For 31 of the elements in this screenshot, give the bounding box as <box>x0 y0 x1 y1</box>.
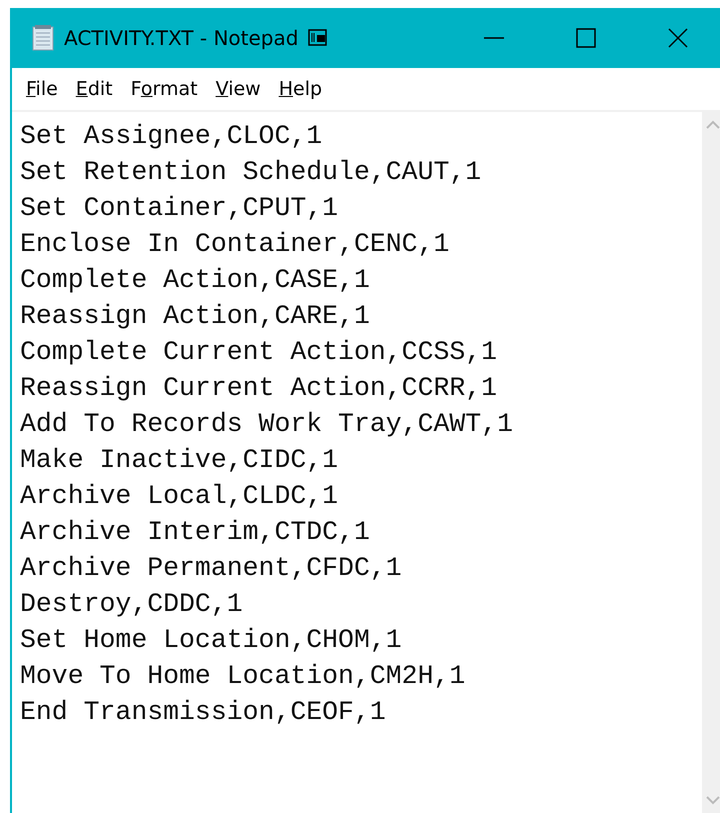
text-line: Move To Home Location,CM2H,1 <box>20 660 466 693</box>
text-line: Set Home Location,CHOM,1 <box>20 624 403 657</box>
menu-item[interactable]: Format <box>122 78 206 100</box>
compatibility-icon <box>308 29 328 47</box>
text-line: Set Assignee,CLOC,1 <box>20 120 324 153</box>
text-line: Reassign Action,CARE,1 <box>20 300 371 333</box>
menu-item[interactable]: Help <box>270 78 330 100</box>
text-line: Archive Permanent,CFDC,1 <box>20 552 403 585</box>
notepad-icon <box>32 25 54 51</box>
text-line: Set Container,CPUT,1 <box>20 192 340 225</box>
menu-item[interactable]: View <box>208 78 269 100</box>
text-line: Reassign Current Action,CCRR,1 <box>20 372 498 405</box>
text-line: Set Retention Schedule,CAUT,1 <box>20 156 482 189</box>
window-title: ACTIVITY.TXT - Notepad <box>64 26 298 50</box>
text-line: Enclose In Container,CENC,1 <box>20 228 450 261</box>
scrollbar[interactable] <box>702 112 720 813</box>
text-line: Make Inactive,CIDC,1 <box>20 444 340 477</box>
menu-item[interactable]: File <box>18 78 66 100</box>
close-icon <box>668 28 688 48</box>
minimize-icon <box>484 36 504 40</box>
text-line: Complete Action,CASE,1 <box>20 264 371 297</box>
text-line: End Transmission,CEOF,1 <box>20 696 387 729</box>
scroll-down-icon[interactable] <box>706 796 720 805</box>
text-line: Add To Records Work Tray,CAWT,1 <box>20 408 514 441</box>
text-line: Archive Interim,CTDC,1 <box>20 516 371 549</box>
text-line: Destroy,CDDC,1 <box>20 588 244 621</box>
text-line: Complete Current Action,CCSS,1 <box>20 336 498 369</box>
menu-item[interactable]: Edit <box>68 78 121 100</box>
scroll-up-icon[interactable] <box>706 120 720 129</box>
maximize-icon <box>576 28 596 48</box>
text-line: Archive Local,CLDC,1 <box>20 480 340 513</box>
